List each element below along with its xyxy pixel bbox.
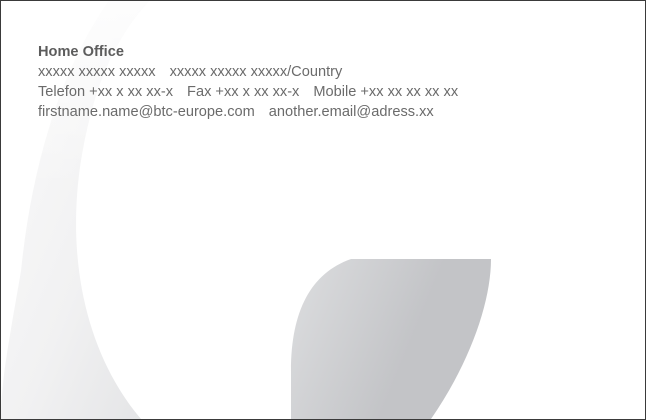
mobile-number: Mobile +xx xx xx xx xx xyxy=(313,84,459,100)
telefon-number: Telefon +xx x xx xx-x xyxy=(38,84,174,100)
contact-block: Home Office xxxxx xxxxx xxxxx xxxxx xxxxx… xyxy=(38,42,458,122)
email-line: firstname.name@btc-europe.com another.ema… xyxy=(38,102,458,122)
office-heading: Home Office xyxy=(38,44,124,60)
email-secondary[interactable]: another.email@adress.xx xyxy=(269,104,434,120)
email-primary[interactable]: firstname.name@btc-europe.com xyxy=(38,104,255,120)
fax-number: Fax +xx x xx xx-x xyxy=(187,84,300,100)
business-card: Home Office xxxxx xxxxx xxxxx xxxxx xxxxx… xyxy=(0,0,646,420)
address-city: xxxxx xxxxx xxxxx/Country xyxy=(169,64,343,80)
address-line: xxxxx xxxxx xxxxx xxxxx xxxxx xxxxx/Count… xyxy=(38,62,458,82)
phone-line: Telefon +xx x xx xx-x Fax +xx x xx xx-x Mo… xyxy=(38,82,458,102)
address-street: xxxxx xxxxx xxxxx xyxy=(38,64,156,80)
